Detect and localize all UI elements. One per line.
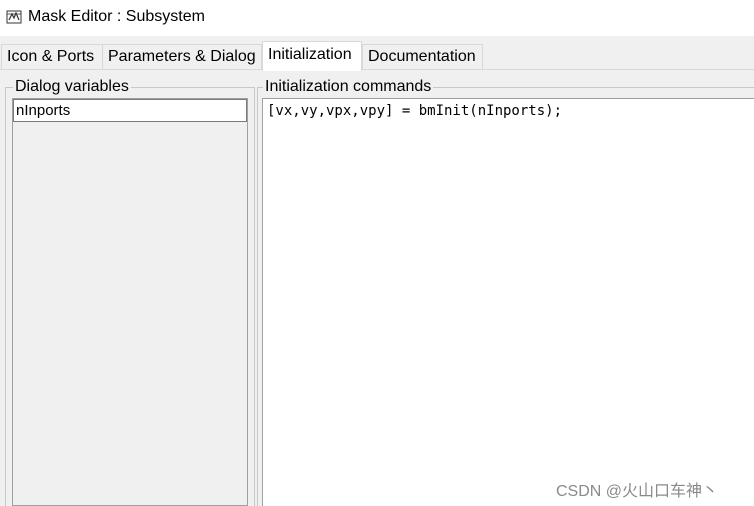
initialization-commands-label: Initialization commands (263, 78, 434, 96)
title-bar[interactable]: Mask Editor : Subsystem (0, 0, 754, 36)
dialog-variables-label: Dialog variables (13, 78, 131, 96)
initialization-command-text[interactable]: [vx,vy,vpx,vpy] = bmInit(nInports); (267, 103, 562, 119)
tab-initialization[interactable]: Initialization (262, 41, 362, 71)
matlab-app-icon (6, 10, 22, 24)
window-title: Mask Editor : Subsystem (28, 8, 205, 25)
tab-parameters-dialog[interactable]: Parameters & Dialog (102, 44, 262, 69)
watermark: CSDN @火山口车神丶 (556, 483, 719, 500)
tab-strip: Icon & Ports Parameters & Dialog Initial… (0, 36, 754, 71)
mask-editor-window: Mask Editor : Subsystem Icon & Ports Par… (0, 0, 754, 506)
tab-documentation[interactable]: Documentation (362, 44, 483, 69)
dialog-variables-list[interactable]: nInports (12, 98, 248, 506)
initialization-commands-editor[interactable]: [vx,vy,vpx,vpy] = bmInit(nInports); (262, 98, 754, 506)
tab-icon-ports[interactable]: Icon & Ports (1, 44, 103, 69)
list-item[interactable]: nInports (13, 99, 247, 122)
